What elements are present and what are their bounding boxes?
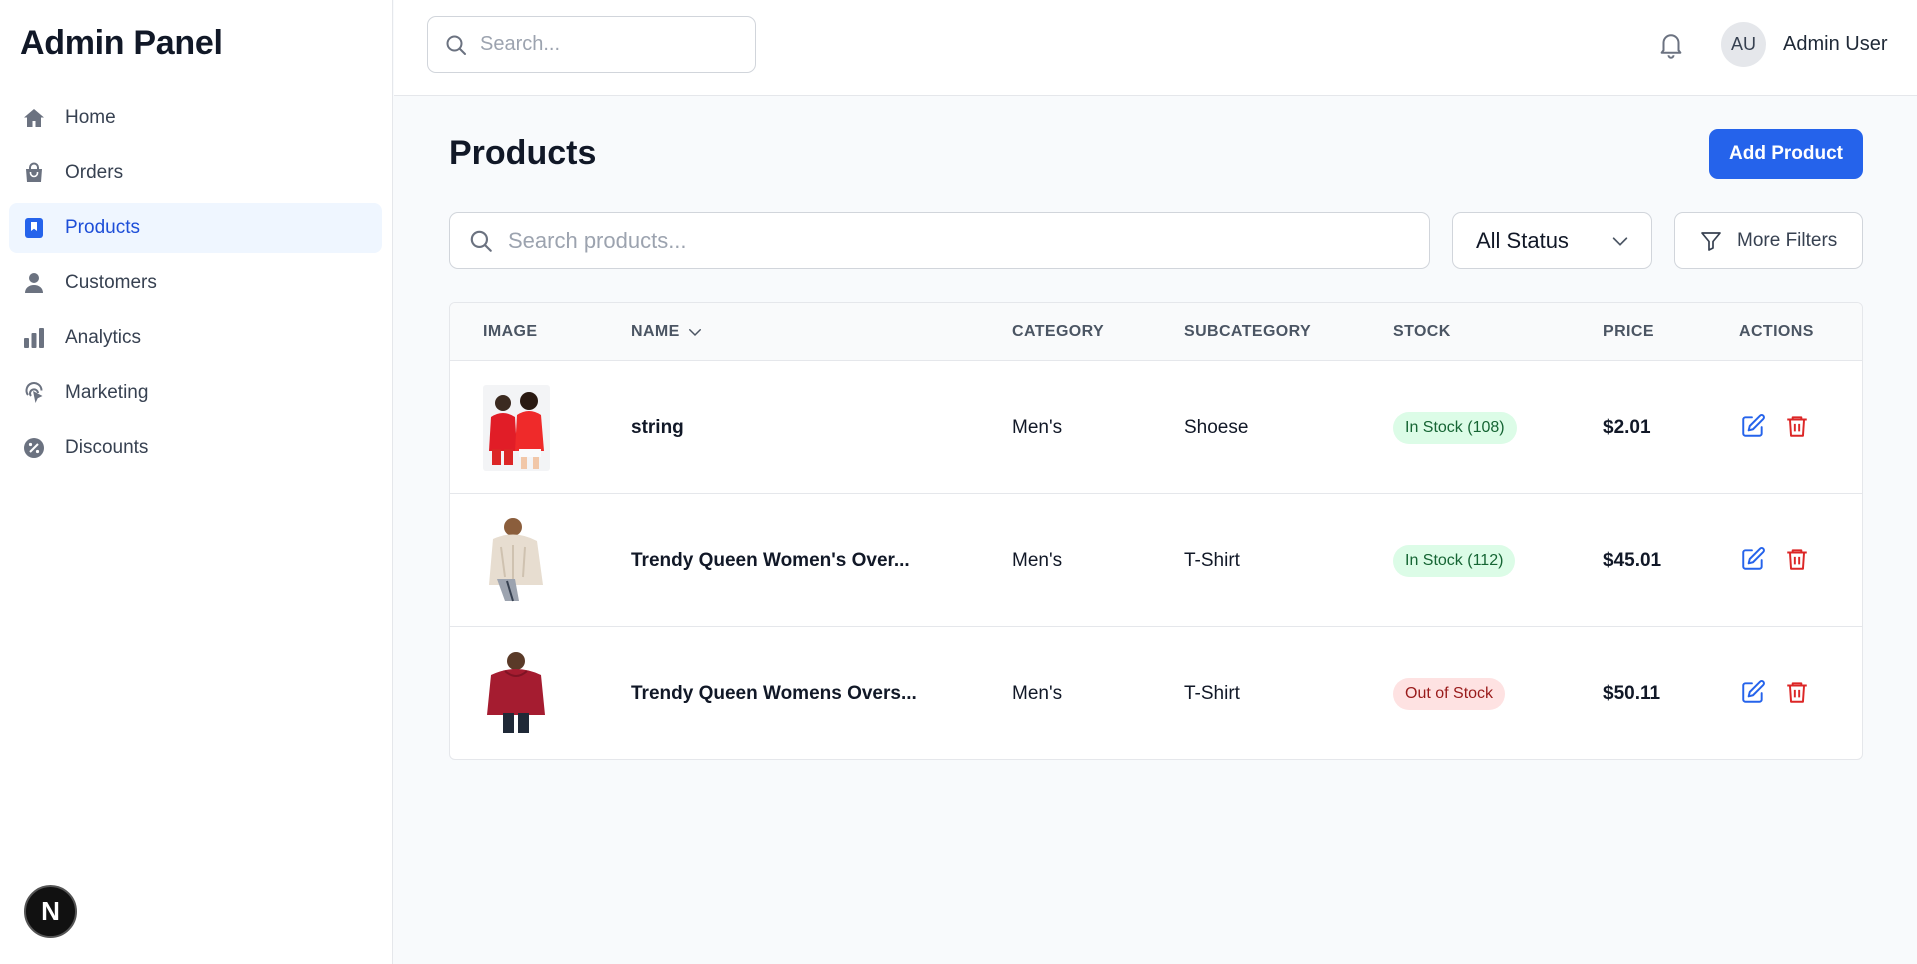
- edit-icon[interactable]: [1740, 546, 1766, 572]
- sidebar-item-label: Orders: [65, 162, 124, 183]
- sidebar-item-customers[interactable]: Customers: [9, 258, 382, 308]
- product-subcategory: Shoese: [1184, 417, 1249, 438]
- table-row: Trendy Queen Women's Over... Men's T-Shi…: [450, 494, 1862, 627]
- stock-badge: In Stock (108): [1393, 412, 1517, 444]
- product-search-input[interactable]: [508, 227, 1408, 254]
- trash-icon[interactable]: [1784, 546, 1810, 572]
- column-subcategory: SUBCATEGORY: [1184, 323, 1312, 340]
- product-name[interactable]: Trendy Queen Womens Overs...: [631, 683, 917, 705]
- sidebar-nav: Home Orders Products Customers Analytics: [9, 93, 382, 478]
- column-name[interactable]: NAME: [631, 323, 704, 341]
- page-title: Products: [449, 134, 597, 172]
- add-product-button[interactable]: Add Product: [1709, 129, 1863, 179]
- table-header: IMAGE NAME CATEGORY SUBCATEGORY STOCK PR…: [450, 303, 1862, 361]
- product-category: Men's: [1012, 417, 1063, 438]
- sidebar-item-analytics[interactable]: Analytics: [9, 313, 382, 363]
- product-price: $45.01: [1603, 550, 1662, 571]
- percent-badge-icon: [22, 436, 46, 460]
- product-name[interactable]: string: [631, 417, 684, 439]
- sidebar-item-discounts[interactable]: Discounts: [9, 423, 382, 473]
- trash-icon[interactable]: [1784, 679, 1810, 705]
- product-category: Men's: [1012, 550, 1063, 571]
- chevron-down-icon: [1612, 236, 1628, 246]
- edit-icon[interactable]: [1740, 413, 1766, 439]
- more-filters-label: More Filters: [1737, 229, 1838, 251]
- column-stock: STOCK: [1393, 323, 1451, 340]
- product-price: $2.01: [1603, 417, 1651, 438]
- product-subcategory: T-Shirt: [1184, 550, 1240, 571]
- brand-title: Admin Panel: [20, 24, 223, 62]
- user-icon: [22, 271, 46, 295]
- sidebar-item-label: Home: [65, 107, 116, 128]
- sidebar-item-marketing[interactable]: Marketing: [9, 368, 382, 418]
- product-thumbnail: [483, 385, 550, 471]
- cursor-click-icon: [22, 381, 46, 405]
- search-icon: [470, 230, 492, 252]
- product-search[interactable]: [449, 212, 1430, 269]
- product-name[interactable]: Trendy Queen Women's Over...: [631, 550, 910, 572]
- column-name-label: NAME: [631, 323, 680, 340]
- stock-badge: Out of Stock: [1393, 678, 1506, 710]
- product-subcategory: T-Shirt: [1184, 683, 1240, 704]
- sidebar: Admin Panel Home Orders Products Custome…: [0, 0, 393, 964]
- sidebar-item-label: Products: [65, 217, 140, 238]
- status-filter-select[interactable]: All Status: [1452, 212, 1652, 269]
- bar-chart-icon: [22, 326, 46, 350]
- avatar[interactable]: AU: [1721, 22, 1766, 67]
- sidebar-item-home[interactable]: Home: [9, 93, 382, 143]
- bookmark-icon: [22, 216, 46, 240]
- shopping-bag-icon: [22, 161, 46, 185]
- search-icon: [446, 35, 466, 55]
- user-name[interactable]: Admin User: [1783, 33, 1887, 56]
- column-price: PRICE: [1603, 323, 1654, 340]
- sidebar-item-products[interactable]: Products: [9, 203, 382, 253]
- products-table: IMAGE NAME CATEGORY SUBCATEGORY STOCK PR…: [449, 302, 1863, 760]
- table-row: string Men's Shoese In Stock (108) $2.01: [450, 361, 1862, 494]
- trash-icon[interactable]: [1784, 413, 1810, 439]
- sidebar-item-label: Marketing: [65, 382, 149, 403]
- stock-badge: In Stock (112): [1393, 545, 1516, 577]
- bell-icon[interactable]: [1656, 28, 1686, 60]
- chevron-down-icon: [688, 329, 701, 337]
- column-image: IMAGE: [483, 323, 538, 340]
- table-row: Trendy Queen Womens Overs... Men's T-Shi…: [450, 627, 1862, 759]
- sidebar-item-orders[interactable]: Orders: [9, 148, 382, 198]
- global-search-input[interactable]: [480, 33, 740, 56]
- sidebar-item-label: Analytics: [65, 327, 142, 348]
- filter-icon: [1701, 231, 1721, 251]
- status-filter-value: All Status: [1476, 227, 1569, 253]
- sidebar-item-label: Customers: [65, 272, 157, 293]
- next-dev-badge[interactable]: N: [24, 885, 77, 938]
- column-actions: ACTIONS: [1739, 323, 1814, 340]
- more-filters-button[interactable]: More Filters: [1674, 212, 1863, 269]
- product-thumbnail: [483, 517, 550, 603]
- home-icon: [22, 106, 46, 130]
- global-search[interactable]: [427, 16, 756, 73]
- sidebar-item-label: Discounts: [65, 437, 149, 458]
- column-category: CATEGORY: [1012, 323, 1105, 340]
- product-price: $50.11: [1603, 683, 1661, 704]
- topbar: AU Admin User: [394, 0, 1917, 96]
- product-thumbnail: [483, 649, 550, 735]
- edit-icon[interactable]: [1740, 679, 1766, 705]
- product-category: Men's: [1012, 683, 1063, 704]
